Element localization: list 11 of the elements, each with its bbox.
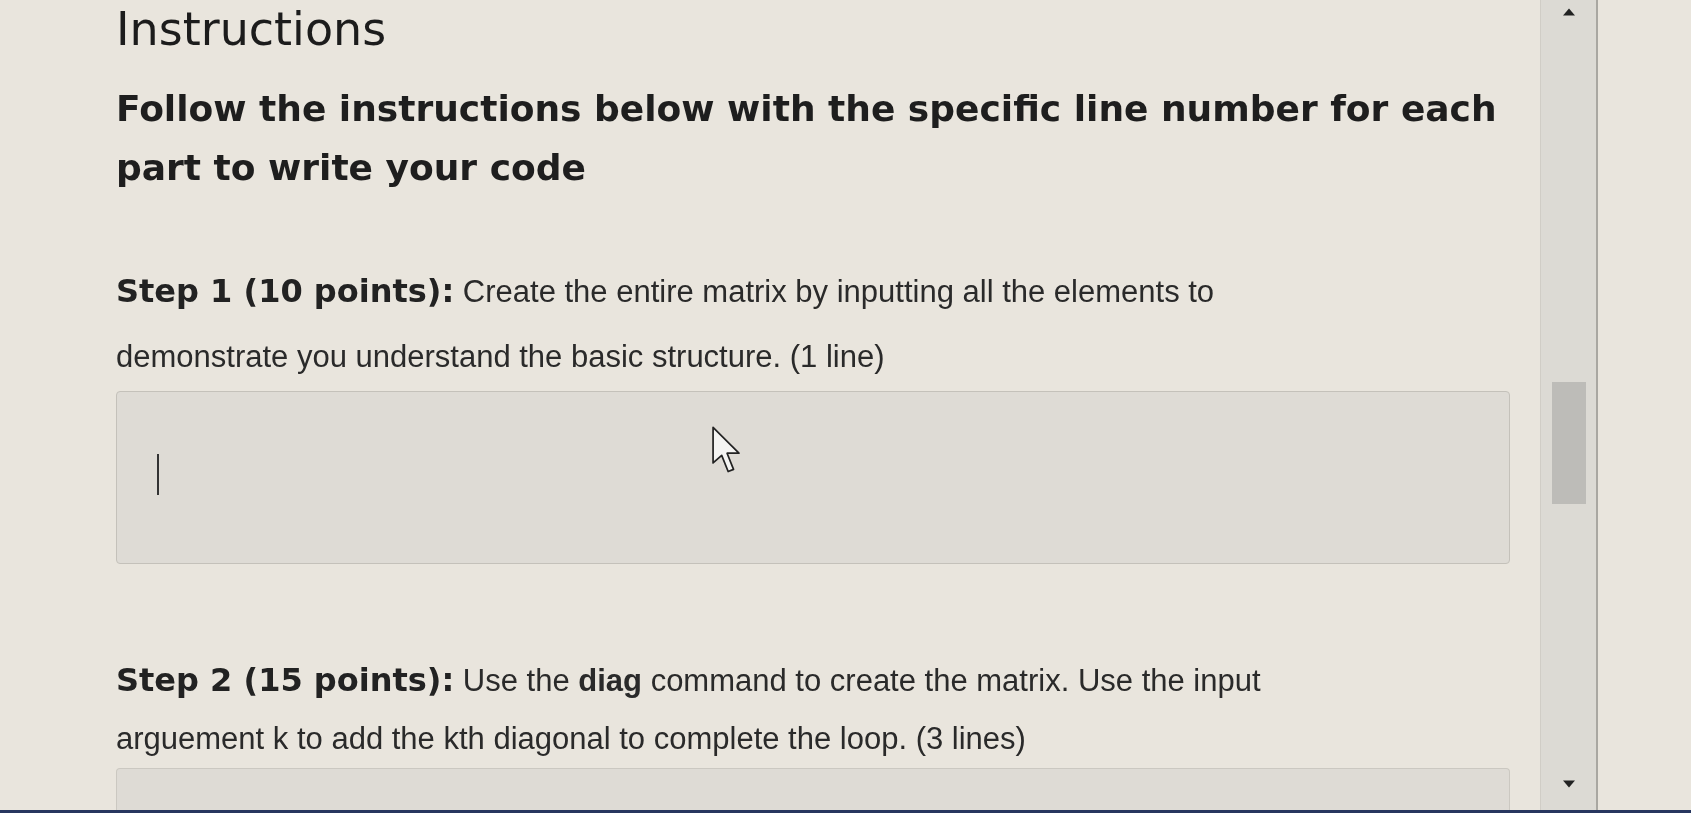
mouse-pointer-icon <box>712 426 740 474</box>
instructions-text: Follow the instructions below with the specific line number for each part to write your code <box>116 87 1498 190</box>
scroll-down-icon[interactable] <box>1562 780 1575 788</box>
answer-box[interactable] <box>116 391 1510 564</box>
answer-box[interactable] <box>116 768 1510 810</box>
text-caret-icon <box>157 453 159 495</box>
scrollbar-thumb[interactable] <box>1551 382 1586 504</box>
step-text: Step 1 (10 points): Create the entire matrix by inputting all the elements to demonstrate you understand the basic structure. (1 line) <box>116 271 1216 376</box>
page-title: Instructions <box>116 1 388 57</box>
step-text: Step 2 (15 points): Use the diag command to create the matrix. Use the input arguement k to add the kth diagonal to complete the loop. (3 lines) <box>116 660 1262 758</box>
scroll-up-icon[interactable] <box>1562 8 1575 16</box>
